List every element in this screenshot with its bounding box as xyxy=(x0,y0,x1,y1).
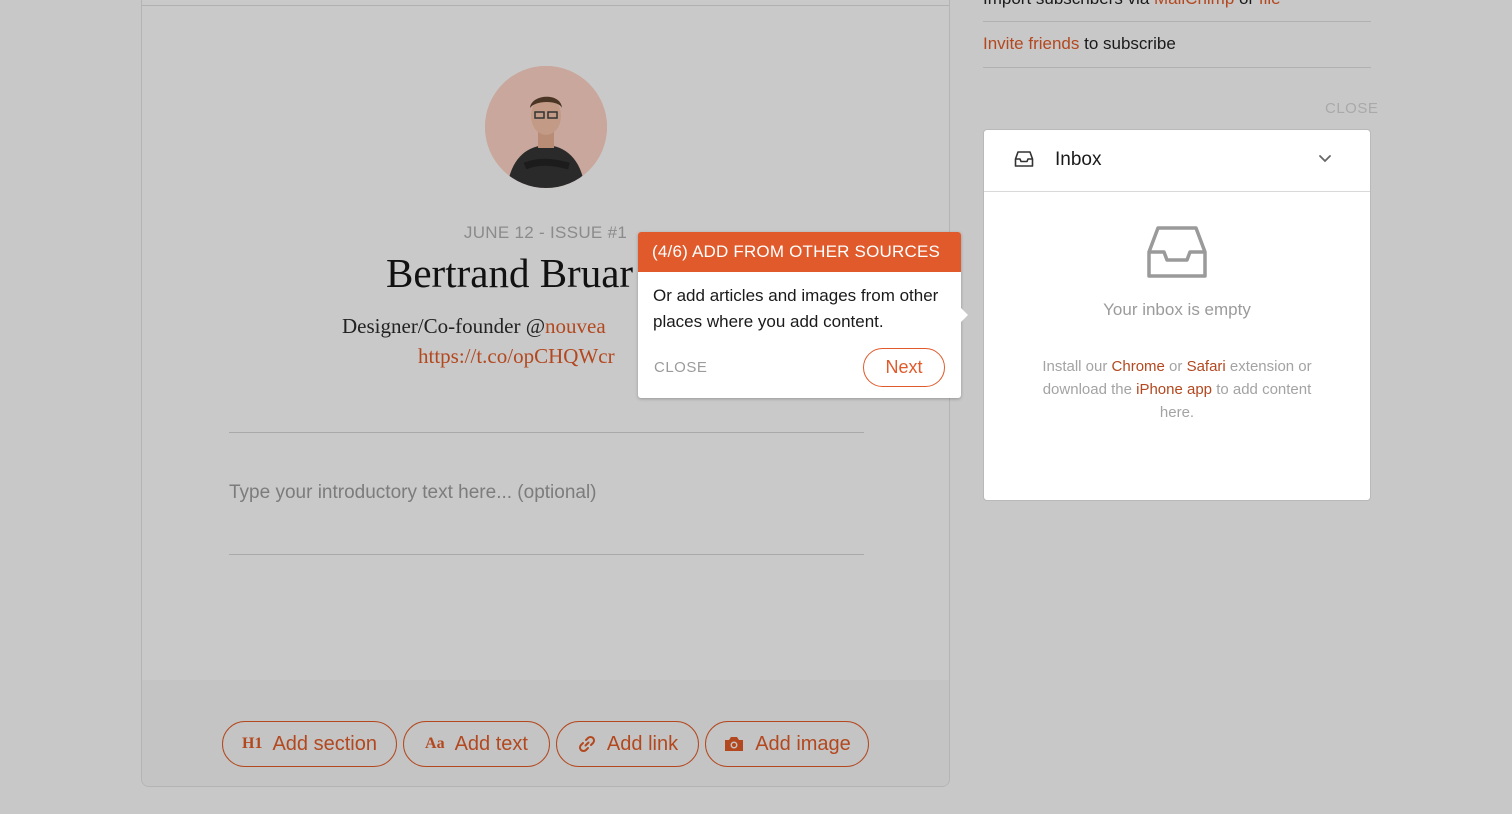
editor-top-divider xyxy=(142,5,949,6)
import-file-link[interactable]: file xyxy=(1259,0,1281,8)
tooltip-body: Or add articles and images from other pl… xyxy=(653,286,939,331)
invite-friends-link[interactable]: Invite friends xyxy=(983,34,1079,53)
iphone-app-link[interactable]: iPhone app xyxy=(1136,381,1212,398)
onboarding-tooltip: (4/6) ADD FROM OTHER SOURCES Or add arti… xyxy=(638,232,968,398)
profile-bio: Designer/Co-founder @nouvea xyxy=(342,314,606,339)
add-text-label: Add text xyxy=(454,732,528,755)
link-icon xyxy=(578,735,595,753)
chevron-down-icon[interactable] xyxy=(1318,154,1332,164)
add-text-button[interactable]: Aa Add text xyxy=(403,721,550,767)
profile-name-text: Bertrand Bruar xyxy=(386,250,634,296)
text-icon: Aa xyxy=(425,735,445,752)
add-section-label: Add section xyxy=(272,732,377,755)
bio-handle-link[interactable]: nouvea xyxy=(545,314,606,338)
tooltip-close-button[interactable]: CLOSE xyxy=(654,359,707,376)
chrome-extension-link[interactable]: Chrome xyxy=(1112,358,1165,375)
inbox-header[interactable]: Inbox xyxy=(984,130,1370,192)
add-section-button[interactable]: H1 Add section xyxy=(222,721,397,767)
camera-icon xyxy=(725,737,744,751)
intro-text-input[interactable]: Type your introductory text here... (opt… xyxy=(229,482,597,504)
empty-inbox-icon xyxy=(1147,226,1207,278)
add-image-button[interactable]: Add image xyxy=(705,721,869,767)
inbox-empty-message: Your inbox is empty xyxy=(1103,300,1251,319)
avatar xyxy=(485,66,607,188)
invite-text: Invite friends to subscribe xyxy=(983,34,1176,54)
help-text-1: Install our xyxy=(1042,358,1112,375)
avatar-photo xyxy=(485,66,607,188)
help-text-or: or xyxy=(1164,358,1187,375)
inbox-panel: Inbox Your inbox is empty Install our Ch… xyxy=(983,129,1371,501)
sidebar-close-button[interactable]: CLOSE xyxy=(1325,100,1378,117)
heading-icon: H1 xyxy=(242,735,263,752)
intro-divider-bottom xyxy=(229,554,864,555)
sidebar-divider-2 xyxy=(983,67,1371,68)
tooltip-arrow xyxy=(959,306,968,324)
intro-divider-top xyxy=(229,432,864,433)
profile-name: Bertrand Bruar xyxy=(386,249,633,297)
add-link-label: Add link xyxy=(606,732,679,755)
bio-url-link[interactable]: https://t.co/opCHQWcr xyxy=(418,344,615,369)
bio-prefix: Designer/Co-founder @ xyxy=(342,314,546,338)
tooltip-header: (4/6) ADD FROM OTHER SOURCES xyxy=(638,232,961,272)
inbox-help-text: Install our Chrome or Safari extension o… xyxy=(1024,355,1330,424)
tooltip-next-button[interactable]: Next xyxy=(863,348,945,387)
import-or: or xyxy=(1234,0,1259,8)
inbox-tray-icon xyxy=(1014,151,1034,167)
add-image-label: Add image xyxy=(755,732,851,755)
invite-suffix: to subscribe xyxy=(1079,34,1176,53)
add-link-button[interactable]: Add link xyxy=(556,721,699,767)
import-prefix: Import subscribers via xyxy=(983,0,1154,8)
safari-extension-link[interactable]: Safari xyxy=(1187,358,1226,375)
mailchimp-link[interactable]: MailChimp xyxy=(1154,0,1234,8)
inbox-title: Inbox xyxy=(1055,149,1102,170)
import-subscribers-text: Import subscribers via MailChimp or file xyxy=(983,0,1281,9)
sidebar-divider-1 xyxy=(983,21,1371,22)
